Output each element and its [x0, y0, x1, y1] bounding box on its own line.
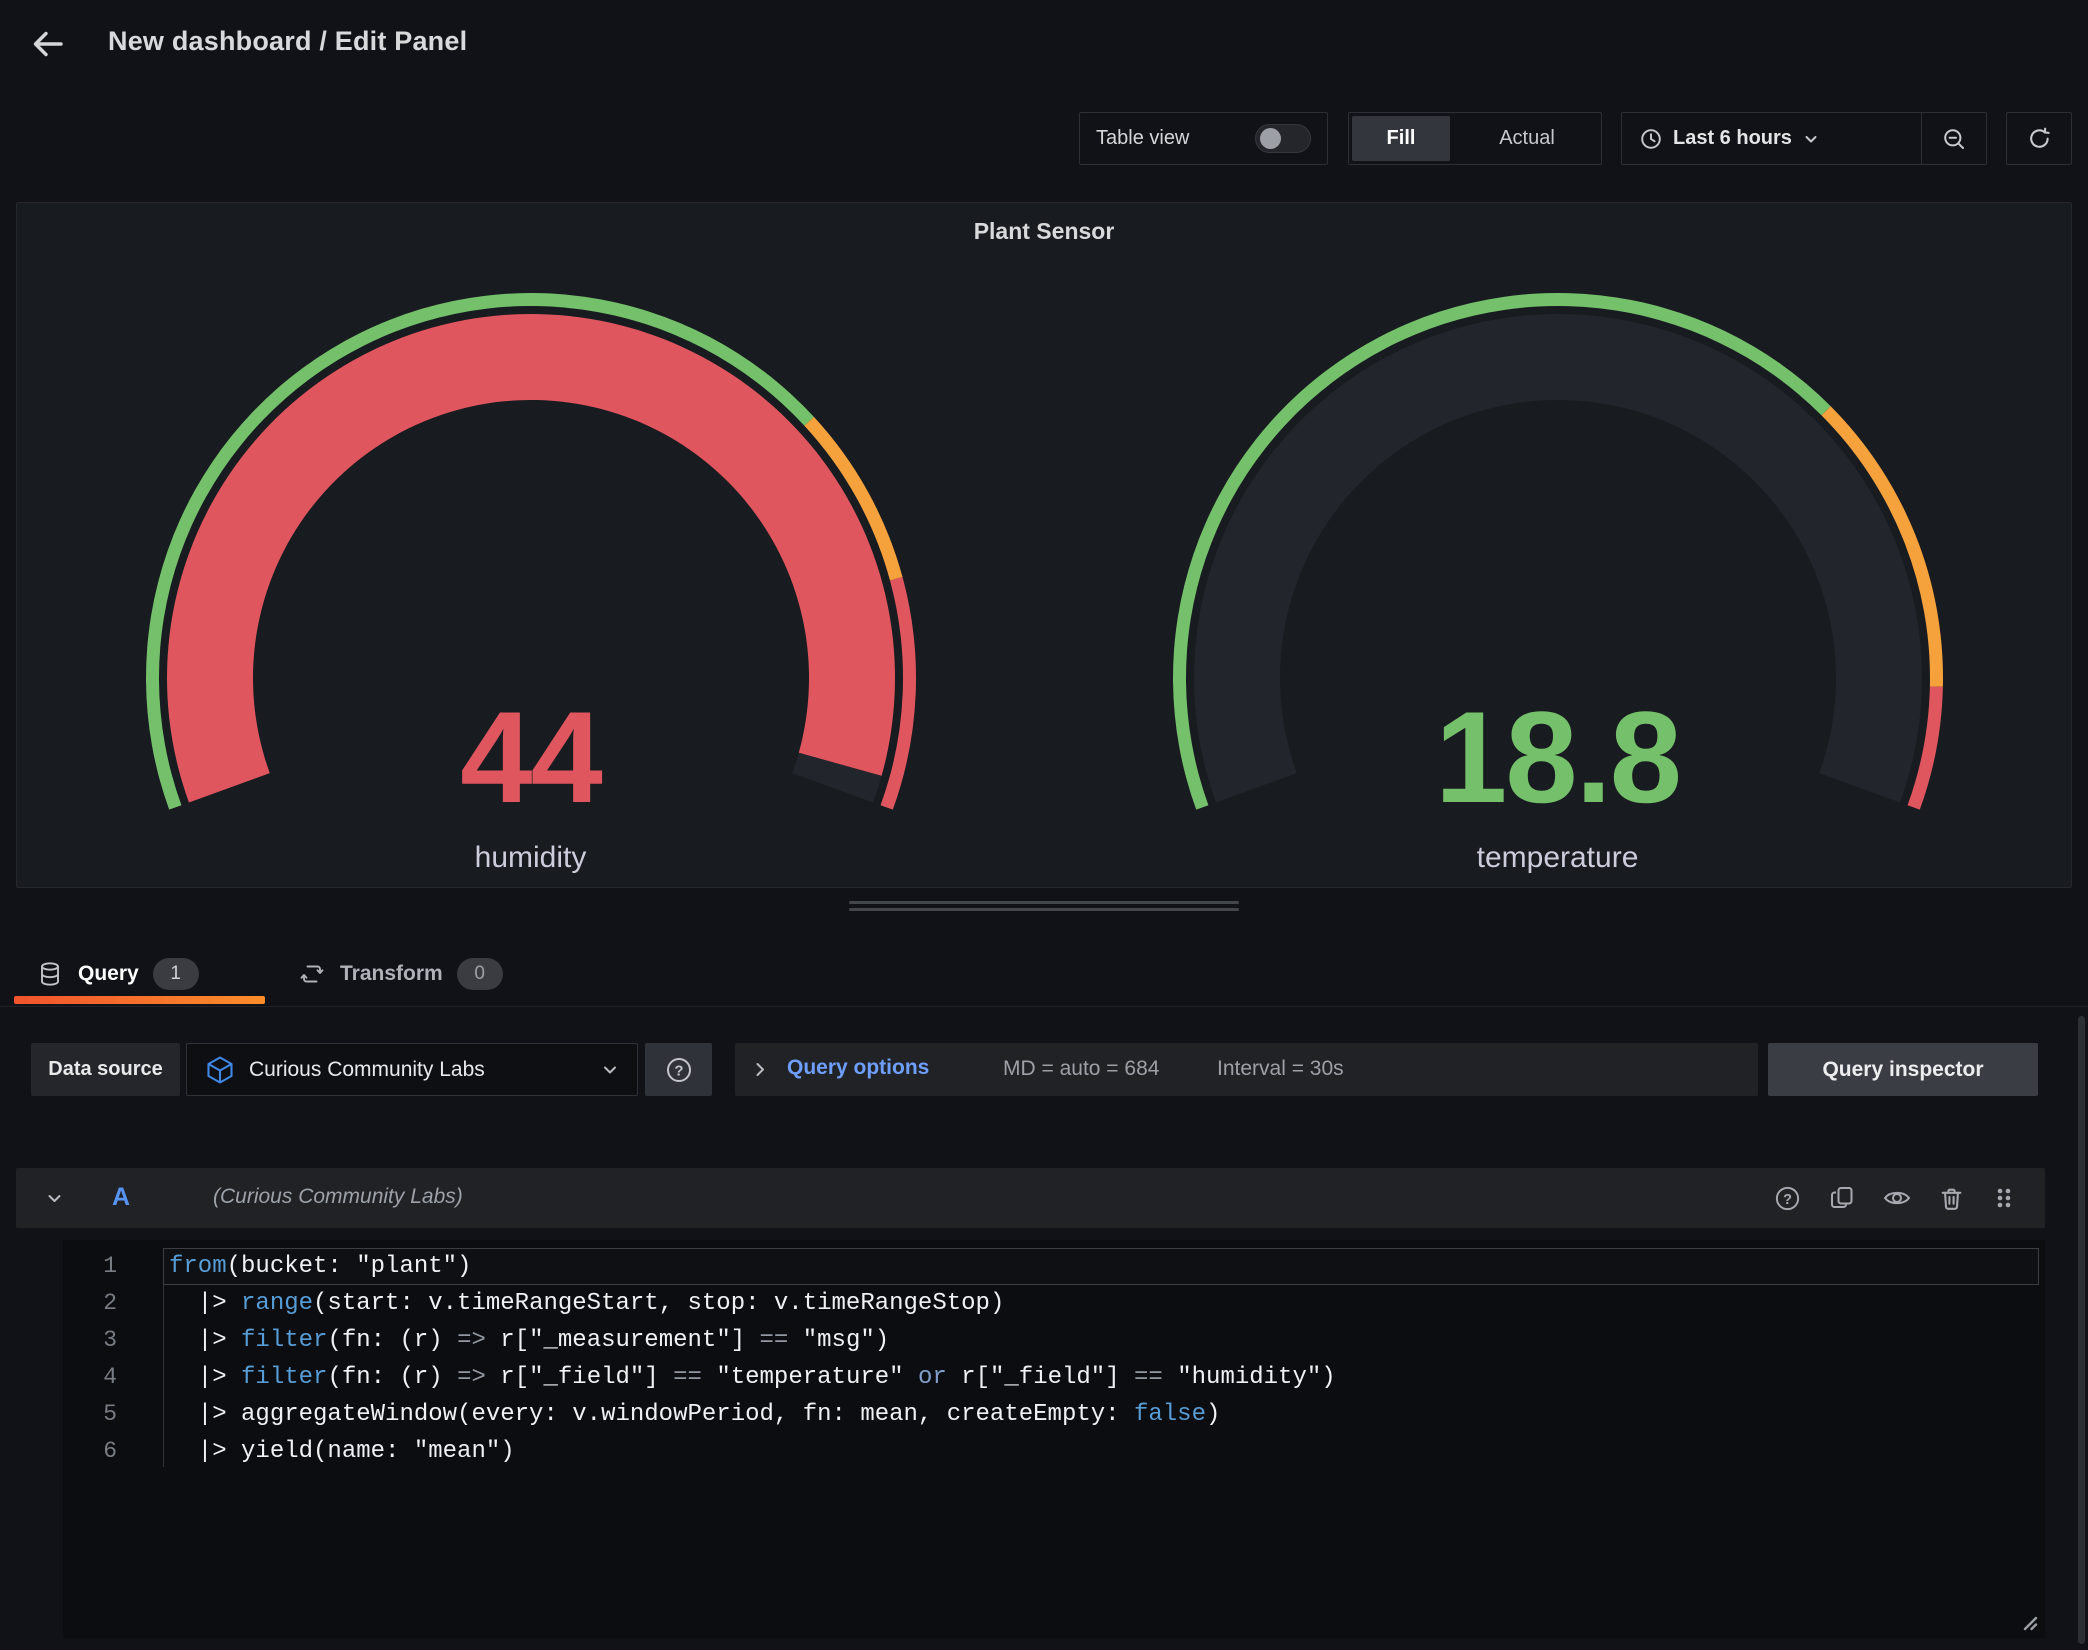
tab-query-count-badge: 1: [153, 958, 199, 990]
fill-actual-group: Fill Actual: [1348, 112, 1602, 165]
tabs-divider: [0, 1006, 2088, 1007]
line-number: 2: [63, 1285, 163, 1322]
code-line-4[interactable]: 4 |> filter(fn: (r) => r["_field"] == "t…: [63, 1359, 2045, 1396]
collapse-chevron-icon[interactable]: [46, 1190, 63, 1207]
data-source-name: Curious Community Labs: [249, 1058, 587, 1082]
code-text: |> range(start: v.timeRangeStart, stop: …: [163, 1285, 1004, 1322]
code-lines: 1from(bucket: "plant")2 |> range(start: …: [63, 1248, 2045, 1470]
code-line-3[interactable]: 3 |> filter(fn: (r) => r["_measurement"]…: [63, 1322, 2045, 1359]
tab-query[interactable]: Query 1: [36, 952, 199, 996]
code-text: |> yield(name: "mean"): [163, 1433, 515, 1470]
query-ref-id: A: [112, 1183, 130, 1212]
query-inspector-button[interactable]: Query inspector: [1768, 1043, 2038, 1096]
help-circle-icon: ?: [664, 1055, 694, 1085]
query-options-link[interactable]: Query options: [787, 1056, 929, 1080]
panel-plant-sensor: Plant Sensor 44 humidity 18.8 temperatur…: [16, 202, 2072, 888]
time-picker-group: Last 6 hours: [1621, 112, 1987, 165]
page-title: New dashboard / Edit Panel: [108, 26, 467, 57]
tab-query-label: Query: [78, 962, 139, 986]
editor-resize-handle-icon[interactable]: [2015, 1608, 2039, 1632]
chevron-right-icon[interactable]: [751, 1060, 770, 1079]
code-text: |> aggregateWindow(every: v.windowPeriod…: [163, 1396, 1220, 1433]
tab-transform-count-badge: 0: [457, 958, 503, 990]
refresh-icon: [2027, 126, 2052, 151]
data-source-picker[interactable]: Curious Community Labs: [186, 1043, 638, 1096]
gauge-humidity: 44 humidity: [136, 285, 926, 885]
line-number: 3: [63, 1322, 163, 1359]
back-button[interactable]: [24, 20, 72, 68]
back-arrow-icon: [28, 24, 68, 64]
gauge-label: temperature: [1163, 841, 1953, 875]
code-text: |> filter(fn: (r) => r["_measurement"] =…: [163, 1322, 889, 1359]
table-view-group: Table view: [1079, 112, 1328, 165]
code-line-5[interactable]: 5 |> aggregateWindow(every: v.windowPeri…: [63, 1396, 2045, 1433]
code-text: |> filter(fn: (r) => r["_field"] == "tem…: [163, 1359, 1336, 1396]
zoom-out-icon: [1942, 127, 1966, 151]
drag-handle-grip-icon[interactable]: [1991, 1185, 2017, 1211]
query-help-icon[interactable]: ?: [1773, 1184, 1802, 1213]
code-line-1[interactable]: 1from(bucket: "plant"): [63, 1248, 2045, 1285]
delete-query-trash-icon[interactable]: [1938, 1185, 1965, 1212]
max-data-points-value: MD = auto = 684: [1003, 1057, 1159, 1081]
grafana-edit-panel: New dashboard / Edit Panel Table view Fi…: [0, 0, 2088, 1650]
toggle-visibility-eye-icon[interactable]: [1882, 1183, 1912, 1213]
gauge-value: 18.8: [1163, 692, 1953, 822]
tab-transform-label: Transform: [340, 962, 443, 986]
query-options-bar: Query options MD = auto = 684 Interval =…: [735, 1043, 1758, 1096]
active-tab-underline: [14, 996, 265, 1004]
line-number: 4: [63, 1359, 163, 1396]
svg-text:?: ?: [674, 1062, 683, 1079]
gauges-row: 44 humidity 18.8 temperature: [17, 285, 2071, 885]
time-range-picker[interactable]: Last 6 hours: [1622, 113, 1921, 164]
panel-title: Plant Sensor: [17, 213, 2071, 249]
datasource-logo-icon: [205, 1055, 235, 1085]
gauge-label: humidity: [136, 841, 926, 875]
query-row-a-header[interactable]: A (Curious Community Labs) ?: [16, 1168, 2045, 1228]
line-number: 5: [63, 1396, 163, 1433]
datasource-help-button[interactable]: ?: [645, 1043, 712, 1096]
pane-splitter-handle-2[interactable]: [849, 908, 1239, 911]
toggle-knob: [1260, 128, 1281, 149]
duplicate-query-icon[interactable]: [1828, 1184, 1856, 1212]
code-text: from(bucket: "plant"): [163, 1248, 471, 1285]
svg-text:?: ?: [1783, 1191, 1792, 1207]
line-number: 6: [63, 1433, 163, 1470]
chevron-down-icon: [601, 1061, 619, 1079]
pane-splitter-handle[interactable]: [849, 901, 1239, 904]
interval-value: Interval = 30s: [1217, 1057, 1344, 1081]
table-view-toggle[interactable]: [1255, 124, 1311, 153]
code-line-2[interactable]: 2 |> range(start: v.timeRangeStart, stop…: [63, 1285, 2045, 1322]
transform-icon: [298, 960, 326, 988]
gauge-temperature: 18.8 temperature: [1163, 285, 1953, 885]
actual-button[interactable]: Actual: [1456, 116, 1598, 161]
flux-query-editor[interactable]: 1from(bucket: "plant")2 |> range(start: …: [63, 1240, 2045, 1638]
scrollbar-thumb[interactable]: [2078, 1016, 2085, 1644]
data-source-label: Data source: [31, 1043, 180, 1096]
chevron-down-icon: [1803, 131, 1819, 147]
zoom-out-button[interactable]: [1921, 113, 1986, 164]
fill-button[interactable]: Fill: [1352, 116, 1450, 161]
gauge-value: 44: [136, 692, 926, 822]
line-number: 1: [63, 1248, 163, 1285]
tab-transform[interactable]: Transform 0: [298, 952, 503, 996]
clock-icon: [1640, 128, 1662, 150]
query-datasource-hint: (Curious Community Labs): [213, 1185, 463, 1209]
code-line-6[interactable]: 6 |> yield(name: "mean"): [63, 1433, 2045, 1470]
time-range-label: Last 6 hours: [1673, 127, 1792, 150]
table-view-label: Table view: [1096, 127, 1189, 150]
refresh-button[interactable]: [2006, 112, 2072, 165]
database-icon: [36, 960, 64, 988]
